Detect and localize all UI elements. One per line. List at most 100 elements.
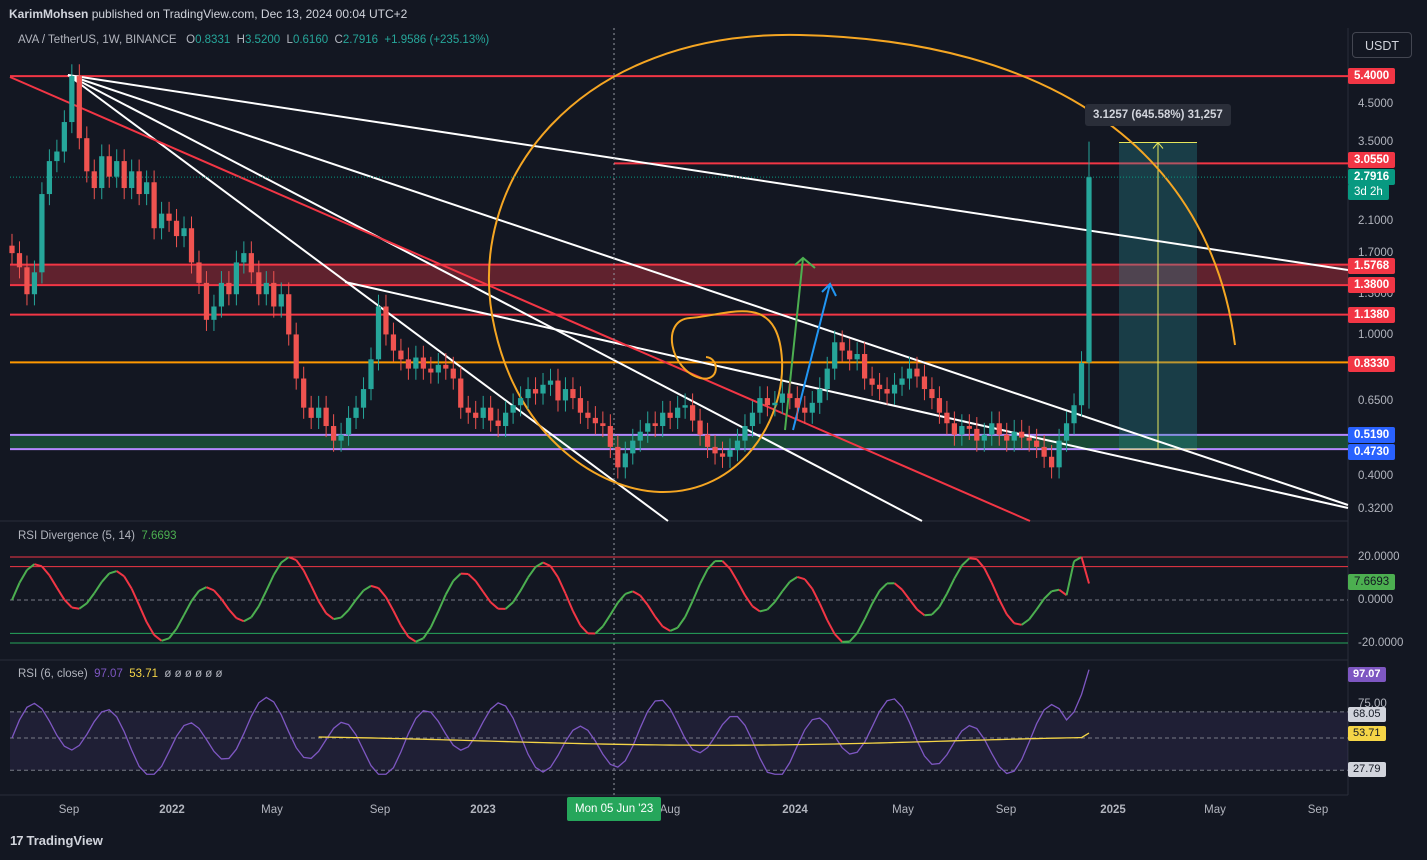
candle-body <box>981 434 987 441</box>
candle-body <box>540 384 546 394</box>
level-badge-0.833: 0.8330 <box>1348 356 1396 372</box>
rsi-div-segment <box>961 557 971 567</box>
rsi-div-segment <box>310 585 320 602</box>
candle-body <box>136 171 142 195</box>
rsi-div-segment <box>295 559 305 572</box>
high-value: 3.5200 <box>244 34 281 46</box>
candle-body <box>375 306 382 360</box>
rsi-div-segment <box>362 585 372 592</box>
candle-body <box>405 359 412 369</box>
symbol-name[interactable]: AVA / TetherUS, 1W, BINANCE <box>18 34 177 46</box>
candle-body <box>16 253 23 268</box>
candle-body <box>286 294 292 335</box>
candle-body <box>76 76 82 139</box>
candle-body <box>637 431 643 441</box>
candle-body <box>173 220 180 237</box>
rsi-div-segment <box>85 592 96 604</box>
rsi-div-segment <box>190 590 200 602</box>
candle-body <box>764 398 771 406</box>
rsi-div-segment <box>325 612 335 620</box>
rsi-div-segment <box>676 616 686 629</box>
candle-body <box>1063 423 1070 441</box>
chart-canvas[interactable] <box>0 0 1427 860</box>
rsi-div-segment <box>542 561 551 567</box>
rsi-div-segment <box>797 575 806 581</box>
rsi-div-segment <box>392 610 402 626</box>
rsi-div-segment <box>198 586 207 592</box>
candle-body <box>876 384 883 390</box>
candle-body <box>293 334 299 379</box>
candle-body <box>839 342 845 351</box>
candle-body <box>585 412 591 418</box>
candle-body <box>181 228 187 237</box>
author-name[interactable]: KarimMohsen <box>9 7 88 21</box>
candle-body <box>203 282 210 320</box>
candle-body <box>398 350 404 360</box>
candle-body <box>188 228 195 263</box>
rsi-divergence-value: 7.6693 <box>141 530 177 542</box>
currency-button[interactable]: USDT <box>1352 32 1412 58</box>
candle-body <box>854 354 860 360</box>
candle-body <box>742 426 748 441</box>
close-value: 2.7916 <box>342 34 379 46</box>
rsi-div-segment <box>908 598 918 610</box>
candle-body <box>1086 177 1092 363</box>
rsi-div-segment <box>519 576 529 592</box>
rsi-div-segment <box>437 594 447 612</box>
rsi-div-segment <box>280 556 290 564</box>
time-axis-label: 2023 <box>470 804 496 816</box>
rsi-div-segment <box>18 569 28 584</box>
rsi-div-segment <box>617 593 627 604</box>
rsi-div-segment <box>288 556 297 561</box>
rsi-div-segment <box>1051 588 1060 593</box>
tradingview-footer[interactable]: 17 TradingView <box>10 833 103 848</box>
candle-body <box>196 262 202 283</box>
candle-body <box>704 434 711 447</box>
rsi-div-segment <box>333 616 342 621</box>
time-axis-label: May <box>1204 804 1226 816</box>
level-badge-0.473: 0.4730 <box>1348 444 1396 460</box>
rsi-title[interactable]: RSI (6, close) 97.07 53.71 ø ø ø ø ø ø <box>18 668 223 680</box>
rsi-div-segment <box>243 616 252 623</box>
rsi-div-segment <box>183 600 193 616</box>
candle-body <box>951 423 957 435</box>
rsi-div-segment <box>206 586 215 592</box>
candle-body <box>1034 440 1040 447</box>
rsi-div-segment <box>527 566 537 579</box>
rsi-div-segment <box>407 636 417 643</box>
candle-body <box>607 426 613 447</box>
candle-body <box>667 412 673 418</box>
candle-body <box>106 156 112 177</box>
crosshair-date-label: Mon 05 Jun '23 <box>567 797 662 821</box>
rsi-divergence-title[interactable]: RSI Divergence (5, 14) 7.6693 <box>18 530 177 542</box>
trendline <box>344 281 1349 509</box>
low-value: 0.6160 <box>292 34 329 46</box>
rsi-div-axis-label: 0.0000 <box>1358 594 1394 606</box>
candle-body <box>787 393 793 399</box>
candle-body <box>959 426 965 435</box>
candle-body <box>645 423 651 432</box>
candle-body <box>218 282 225 307</box>
candle-body <box>458 378 464 408</box>
candle-body <box>921 376 928 390</box>
candle-body <box>121 161 127 189</box>
change-value: +1.9586 (+235.13%) <box>384 34 490 46</box>
rsi-div-segment <box>871 590 881 605</box>
rsi-div-segment <box>11 582 21 601</box>
rsi-div-segment <box>41 565 51 576</box>
price-axis-label: 0.4000 <box>1358 470 1394 482</box>
candle-body <box>712 446 718 454</box>
candle-body <box>1011 431 1017 441</box>
candle-body <box>884 389 890 394</box>
rsi-div-segment <box>108 570 118 575</box>
candle-body <box>517 398 524 406</box>
rsi-div-segment <box>804 578 814 590</box>
time-axis-label: 2025 <box>1100 804 1126 816</box>
candle-body <box>9 245 15 254</box>
level-badge-1.138: 1.1380 <box>1348 307 1396 323</box>
level-badge-5.4: 5.4000 <box>1348 68 1396 84</box>
publish-header: KarimMohsen published on TradingView.com… <box>0 0 1427 28</box>
rsi-div-segment <box>444 580 455 595</box>
rsi-div-segment <box>856 618 866 634</box>
candle-body <box>480 407 486 418</box>
